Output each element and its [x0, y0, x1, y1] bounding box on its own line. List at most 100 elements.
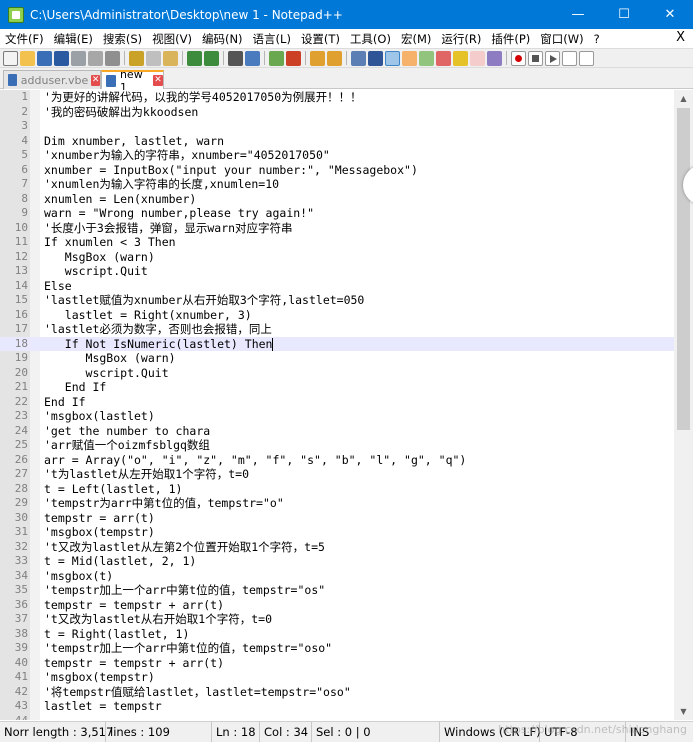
code-line[interactable]: 11 If xnumlen < 3 Then [0, 235, 674, 250]
code-line[interactable]: 40 tempstr = tempstr + arr(t) [0, 656, 674, 671]
code-text[interactable]: 'get the number to chara [44, 424, 210, 439]
code-line[interactable]: 24 'get the number to chara [0, 424, 674, 439]
code-text[interactable]: '长度小于3会报错，弹窗，显示warn对应字符串 [44, 221, 293, 236]
code-text[interactable]: 'arr赋值一个oizmfsblgq数组 [44, 438, 210, 453]
code-text[interactable]: 'xnumlen为输入字符串的长度,xnumlen=10 [44, 177, 279, 192]
minimize-button[interactable]: — [555, 0, 601, 29]
save-all-icon[interactable] [54, 50, 69, 66]
cut-icon[interactable] [129, 50, 144, 66]
tab-adduser[interactable]: adduser.vbe ✕ [3, 70, 101, 89]
code-line[interactable]: 41 'msgbox(tempstr) [0, 670, 674, 685]
run-macro-multiple-icon[interactable] [562, 50, 577, 66]
new-file-icon[interactable] [3, 50, 18, 66]
code-text[interactable]: 'tempstr加上一个arr中第t位的值，tempstr="oso" [44, 641, 332, 656]
code-text[interactable]: arr = Array("o", "i", "z", "m", "f", "s"… [44, 453, 466, 468]
code-text[interactable]: lastlet = tempstr [44, 699, 162, 714]
replace-icon[interactable] [245, 50, 260, 66]
save-icon[interactable] [37, 50, 52, 66]
menu-item[interactable]: 插件(P) [486, 31, 535, 47]
code-text[interactable]: '为更好的讲解代码，以我的学号4052017050为例展开！！！ [44, 90, 362, 105]
find-icon[interactable] [228, 50, 243, 66]
menu-item[interactable]: 工具(O) [345, 31, 396, 47]
zoom-out-icon[interactable] [286, 50, 301, 66]
code-line[interactable]: 43 lastlet = tempstr [0, 699, 674, 714]
menu-item[interactable]: 编辑(E) [49, 31, 98, 47]
close-all-icon[interactable] [88, 50, 103, 66]
code-line[interactable]: 7 'xnumlen为输入字符串的长度,xnumlen=10 [0, 177, 674, 192]
code-text[interactable]: tempstr = arr(t) [44, 511, 155, 526]
code-text[interactable]: tempstr = tempstr + arr(t) [44, 598, 224, 613]
code-line[interactable]: 32 't又改为lastlet从左第2个位置开始取1个字符，t=5 [0, 540, 674, 555]
paste-icon[interactable] [163, 50, 178, 66]
code-line[interactable]: 2 '我的密码破解出为kkoodsen [0, 105, 674, 120]
code-line[interactable]: 12 MsgBox (warn) [0, 250, 674, 265]
code-line[interactable]: 37 't又改为lastlet从右开始取1个字符，t=0 [0, 612, 674, 627]
code-line[interactable]: 21 End If [0, 380, 674, 395]
menu-item[interactable]: 宏(M) [396, 31, 436, 47]
code-text[interactable]: warn = "Wrong number,please try again!" [44, 206, 314, 221]
code-line[interactable]: 15 'lastlet赋值为xnumber从右开始取3个字符,lastlet=05… [0, 293, 674, 308]
copy-icon[interactable] [146, 50, 161, 66]
code-text[interactable]: MsgBox (warn) [44, 351, 176, 366]
code-line[interactable]: 9 warn = "Wrong number,please try again!" [0, 206, 674, 221]
code-text[interactable]: 'msgbox(t) [44, 569, 113, 584]
code-text[interactable]: '我的密码破解出为kkoodsen [44, 105, 198, 120]
indent-guide-icon[interactable] [385, 50, 400, 66]
code-text[interactable]: xnumber = InputBox("input your number:",… [44, 163, 418, 178]
code-text[interactable]: wscript.Quit [44, 264, 148, 279]
code-text[interactable]: End If [44, 395, 86, 410]
view-icon[interactable] [487, 50, 502, 66]
menu-item[interactable]: 搜索(S) [98, 31, 147, 47]
show-all-chars-icon[interactable] [368, 50, 383, 66]
code-text[interactable]: lastlet = Right(xnumber, 3) [44, 308, 252, 323]
code-line[interactable]: 35 'tempstr加上一个arr中第t位的值，tempstr="os" [0, 583, 674, 598]
save-macro-icon[interactable] [579, 50, 594, 66]
close-icon[interactable]: ✕ [153, 75, 163, 86]
code-text[interactable]: '将tempstr值赋给lastlet，lastlet=tempstr="oso… [44, 685, 351, 700]
code-line[interactable]: 42 '将tempstr值赋给lastlet，lastlet=tempstr="o… [0, 685, 674, 700]
code-text[interactable]: wscript.Quit [44, 366, 169, 381]
code-line[interactable]: 5 'xnumber为输入的字符串，xnumber="4052017050" [0, 148, 674, 163]
code-line[interactable]: 31 'msgbox(tempstr) [0, 525, 674, 540]
code-text[interactable]: 'lastlet必须为数字，否则也会报错，同上 [44, 322, 272, 337]
zoom-in-icon[interactable] [269, 50, 284, 66]
scroll-down-icon[interactable]: ▼ [674, 703, 693, 720]
code-line[interactable]: 39 'tempstr加上一个arr中第t位的值，tempstr="oso" [0, 641, 674, 656]
code-line[interactable]: 25 'arr赋值一个oizmfsblgq数组 [0, 438, 674, 453]
code-line[interactable]: 16 lastlet = Right(xnumber, 3) [0, 308, 674, 323]
code-line[interactable]: 20 wscript.Quit [0, 366, 674, 381]
close-file-icon[interactable] [71, 50, 86, 66]
editor[interactable]: 1 '为更好的讲解代码，以我的学号4052017050为例展开！！！ 2 '我的密码破… [0, 90, 674, 720]
code-line[interactable]: 3 [0, 119, 674, 134]
sync-vertical-icon[interactable] [310, 50, 325, 66]
code-line[interactable]: 36 tempstr = tempstr + arr(t) [0, 598, 674, 613]
code-text[interactable]: MsgBox (warn) [44, 250, 155, 265]
menu-item[interactable]: 文件(F) [0, 31, 49, 47]
menu-item[interactable]: 设置(T) [296, 31, 345, 47]
document-map-icon[interactable] [419, 50, 434, 66]
code-area[interactable]: 1 '为更好的讲解代码，以我的学号4052017050为例展开！！！ 2 '我的密码破… [0, 90, 674, 720]
tab-new-1[interactable]: new 1 ✕ [101, 68, 164, 94]
code-line[interactable]: 18 If Not IsNumeric(lastlet) Then [0, 336, 674, 351]
code-line[interactable]: 4 Dim xnumber, lastlet, warn [0, 134, 674, 149]
record-macro-icon[interactable] [511, 50, 526, 66]
stop-recording-icon[interactable] [528, 50, 543, 66]
undo-icon[interactable] [187, 50, 202, 66]
close-document-button[interactable]: X [676, 30, 685, 45]
code-line[interactable]: 28 t = Left(lastlet, 1) [0, 482, 674, 497]
code-text[interactable]: Else [44, 279, 72, 294]
code-text[interactable]: 'msgbox(lastlet) [44, 409, 155, 424]
code-line[interactable]: 6 xnumber = InputBox("input your number:"… [0, 163, 674, 178]
code-text[interactable]: End If [44, 380, 107, 395]
code-text[interactable]: t = Mid(lastlet, 2, 1) [44, 554, 196, 569]
code-line[interactable]: 13 wscript.Quit [0, 264, 674, 279]
print-icon[interactable] [105, 50, 120, 66]
close-icon[interactable]: ✕ [91, 74, 100, 86]
code-line[interactable]: 30 tempstr = arr(t) [0, 511, 674, 526]
code-text[interactable]: tempstr = tempstr + arr(t) [44, 656, 224, 671]
menu-item[interactable]: 运行(R) [436, 31, 486, 47]
scroll-up-icon[interactable]: ▲ [674, 90, 693, 107]
code-text[interactable]: 'xnumber为输入的字符串，xnumber="4052017050" [44, 148, 330, 163]
code-line[interactable]: 26 arr = Array("o", "i", "z", "m", "f", "… [0, 453, 674, 468]
code-line[interactable]: 23 'msgbox(lastlet) [0, 409, 674, 424]
